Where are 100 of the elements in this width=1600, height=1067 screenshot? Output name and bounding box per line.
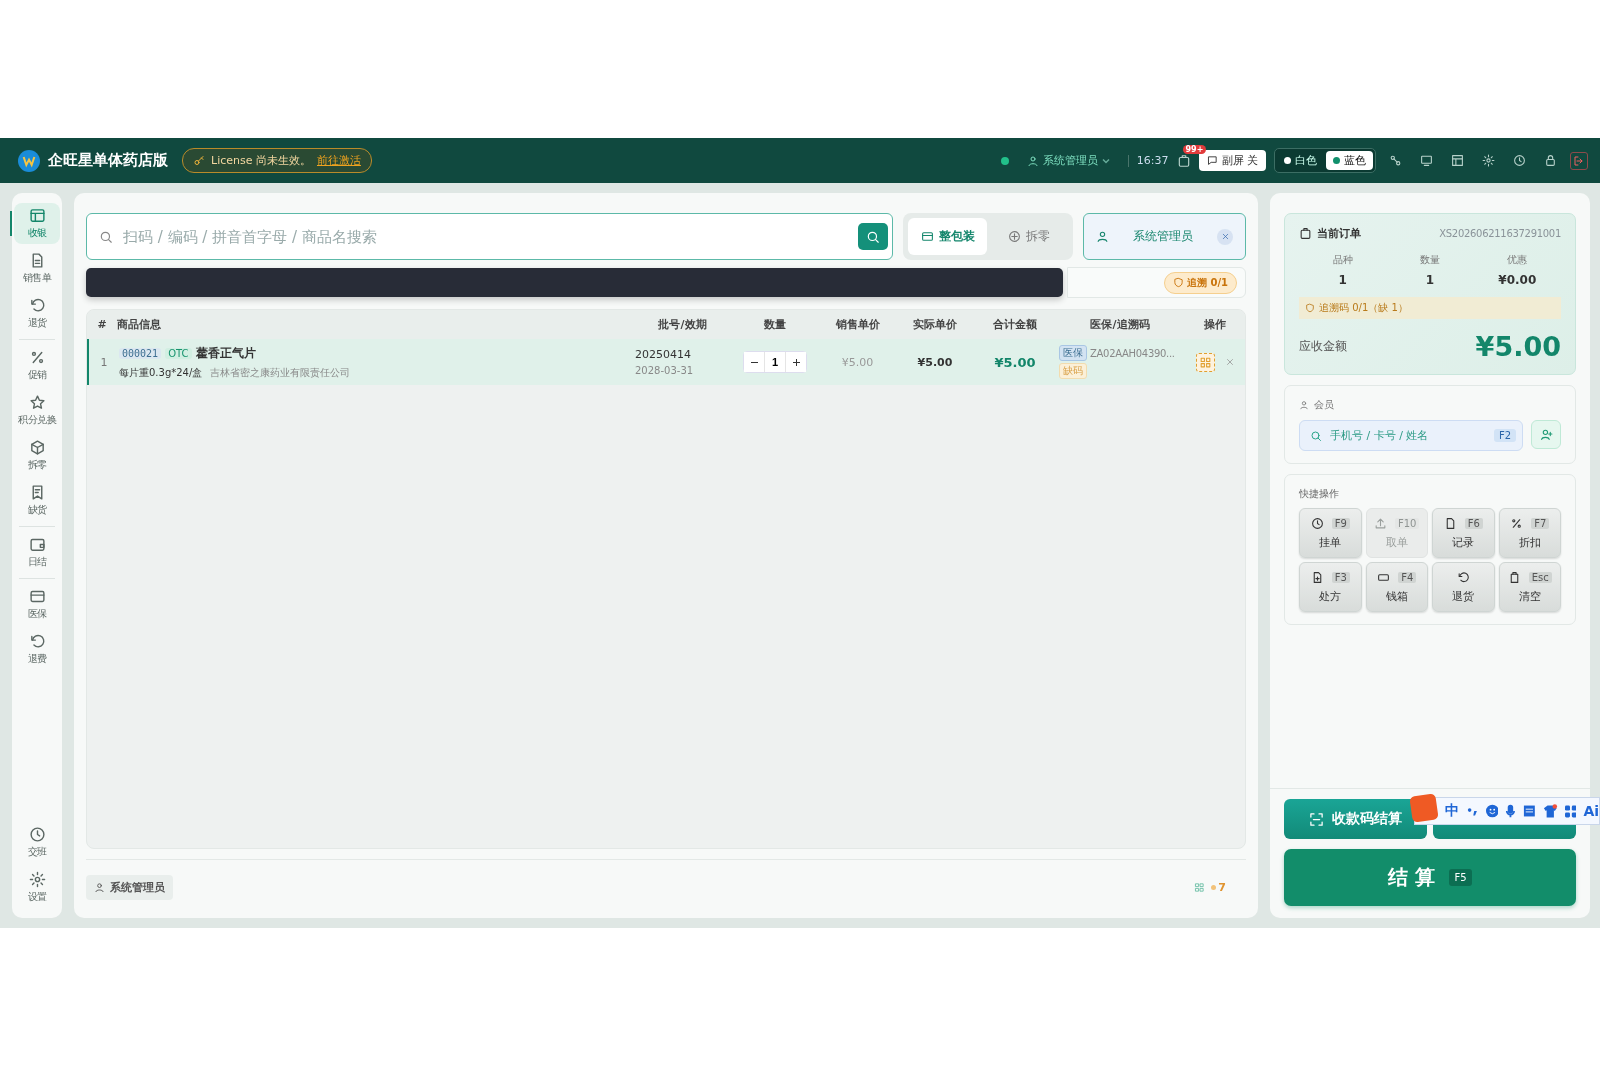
column-header: 商品信息 bbox=[117, 317, 162, 332]
app-title: 企旺星单体药店版 bbox=[48, 151, 168, 170]
logout-icon bbox=[1573, 154, 1585, 167]
column-header: 医保/追溯码 bbox=[1089, 317, 1151, 332]
upload-icon bbox=[1374, 516, 1387, 530]
row-number: 1 bbox=[99, 355, 109, 369]
sidebar-item[interactable]: 促销 bbox=[14, 345, 60, 386]
search-icon bbox=[1310, 429, 1322, 442]
search-field[interactable]: 扫码 / 编码 / 拼音首字母 / 商品名搜索 bbox=[121, 226, 850, 247]
order-number: XS202606211637291001 bbox=[1439, 228, 1561, 239]
column-header: 销售单价 bbox=[834, 317, 881, 332]
monitor-icon bbox=[1420, 154, 1433, 167]
keyboard-icon[interactable] bbox=[1523, 804, 1537, 818]
link-icon bbox=[1389, 154, 1402, 167]
batch-number: 20250414 bbox=[635, 348, 692, 361]
stat-label: 品种 bbox=[1331, 253, 1354, 267]
quick-action-button[interactable]: 退货 bbox=[1432, 562, 1495, 612]
sidebar-item[interactable]: 退费 bbox=[14, 629, 60, 670]
theme-option[interactable]: 蓝色 bbox=[1326, 151, 1373, 170]
clock-icon bbox=[1310, 516, 1324, 530]
checkout-button[interactable]: 结 算 F5 bbox=[1284, 849, 1576, 906]
close-icon bbox=[1224, 357, 1235, 367]
shield-icon bbox=[1172, 277, 1184, 288]
pack-mode-tab[interactable]: 拆零 bbox=[989, 218, 1068, 255]
stat-value: 1 bbox=[1337, 273, 1348, 287]
ime-mode[interactable]: 中 bbox=[1445, 802, 1459, 820]
quick-action-button[interactable]: F6 记录 bbox=[1432, 508, 1495, 558]
sidebar-item[interactable]: 医保 bbox=[14, 584, 60, 625]
table-row[interactable]: 1 000021 OTC 藿香正气片 每片重0.3g*24/盒 吉林省密之康药业有限责任公司 20250414 2028-03-31 1 ¥5.00 ¥5.00 ¥5.00 医保 ZA02AAH04390... 缺码 bbox=[87, 339, 1245, 385]
card-icon bbox=[920, 230, 934, 243]
clock-icon bbox=[28, 826, 46, 843]
quick-action-button[interactable]: F9 挂单 bbox=[1299, 508, 1362, 558]
user-icon bbox=[94, 881, 105, 893]
lock-icon bbox=[1544, 154, 1557, 167]
search-button[interactable] bbox=[858, 223, 888, 250]
cube-icon bbox=[28, 439, 46, 456]
add-member-button[interactable] bbox=[1531, 420, 1561, 449]
layout-icon bbox=[1451, 154, 1464, 167]
cashier-chip[interactable]: 系统管理员 bbox=[1083, 213, 1246, 260]
emoji-icon[interactable] bbox=[1485, 804, 1499, 818]
total-amount: ¥5.00 bbox=[993, 354, 1037, 370]
shirt-icon[interactable] bbox=[1543, 803, 1558, 819]
wallet-icon bbox=[28, 536, 46, 553]
license-text: License 尚未生效。 bbox=[211, 153, 311, 168]
grid-icon bbox=[1198, 355, 1212, 369]
plus-icon bbox=[792, 358, 800, 366]
undo-icon bbox=[1456, 570, 1470, 584]
manufacturer: 吉林省密之康药业有限责任公司 bbox=[210, 365, 351, 380]
shield-icon bbox=[1305, 303, 1315, 313]
user-icon bbox=[1299, 400, 1309, 410]
register-icon bbox=[28, 207, 46, 224]
sidebar-item[interactable]: 销售单 bbox=[14, 248, 60, 289]
sidebar-item[interactable]: 设置 bbox=[14, 867, 60, 908]
activate-link[interactable]: 前往激活 bbox=[316, 153, 361, 168]
column-header: 操作 bbox=[1203, 317, 1227, 332]
quick-action-button[interactable]: F3 处方 bbox=[1299, 562, 1362, 612]
quantity-field[interactable]: 1 bbox=[764, 352, 786, 372]
status-dot bbox=[1211, 884, 1217, 890]
search-bar[interactable]: 扫码 / 编码 / 拼音首字母 / 商品名搜索 bbox=[86, 213, 893, 260]
shortcut-key: F2 bbox=[1493, 429, 1516, 442]
sidebar-item[interactable]: 退货 bbox=[14, 293, 60, 334]
pack-mode-tab[interactable]: 整包装 bbox=[908, 218, 987, 255]
app-logo-icon bbox=[18, 149, 40, 172]
member-label: 会员 bbox=[1314, 398, 1334, 412]
card-icon bbox=[28, 588, 46, 605]
apps-icon[interactable] bbox=[1564, 804, 1577, 818]
star-icon bbox=[28, 394, 46, 411]
sidebar-item[interactable]: 日结 bbox=[14, 532, 60, 573]
stat-value: 1 bbox=[1424, 273, 1436, 287]
quick-action-button[interactable]: F7 折扣 bbox=[1498, 508, 1561, 558]
operator-tag: 系统管理员 bbox=[86, 874, 173, 900]
undo-icon bbox=[28, 297, 46, 314]
sidebar-item[interactable]: 积分兑换 bbox=[14, 390, 60, 431]
column-header: 批号/效期 bbox=[657, 317, 708, 332]
sidebar-item[interactable]: 交班 bbox=[14, 822, 60, 863]
ai-button[interactable]: Ai bbox=[1583, 803, 1599, 819]
theme-option[interactable]: 白色 bbox=[1277, 151, 1324, 170]
trace-code: ZA02AAH04390... bbox=[1090, 347, 1175, 359]
search-icon bbox=[99, 229, 113, 244]
quick-actions-title: 快捷操作 bbox=[1299, 488, 1339, 499]
screen-icon bbox=[1206, 155, 1218, 166]
due-label: 应收金额 bbox=[1299, 338, 1347, 355]
microphone-icon[interactable] bbox=[1505, 804, 1517, 818]
quick-action-button[interactable]: F4 钱箱 bbox=[1365, 562, 1428, 612]
key-icon bbox=[193, 154, 205, 167]
missing-code-tag: 缺码 bbox=[1059, 363, 1087, 379]
qr-payment-button[interactable]: 收款码结算 bbox=[1284, 799, 1427, 839]
sidebar-item[interactable]: 拆零 bbox=[14, 435, 60, 476]
product-name: 藿香正气片 bbox=[195, 344, 256, 362]
stat-label: 数量 bbox=[1419, 253, 1441, 267]
product-spec: 每片重0.3g*24/盒 bbox=[119, 365, 203, 380]
member-search-field[interactable]: 手机号 / 卡号 / 姓名 bbox=[1328, 428, 1488, 443]
column-header: 合计金额 bbox=[992, 317, 1038, 332]
member-search-bar[interactable]: 手机号 / 卡号 / 姓名 F2 bbox=[1299, 420, 1523, 451]
trace-warning: 追溯码 0/1（缺 1） bbox=[1299, 297, 1561, 319]
quantity-stepper[interactable]: 1 bbox=[743, 351, 807, 373]
stat-value: ¥0.00 bbox=[1497, 273, 1538, 287]
user-menu[interactable]: 系统管理员 bbox=[1016, 153, 1120, 168]
sidebar-item[interactable]: 缺货 bbox=[14, 480, 60, 521]
quick-action-button[interactable]: Esc 清空 bbox=[1498, 562, 1561, 612]
